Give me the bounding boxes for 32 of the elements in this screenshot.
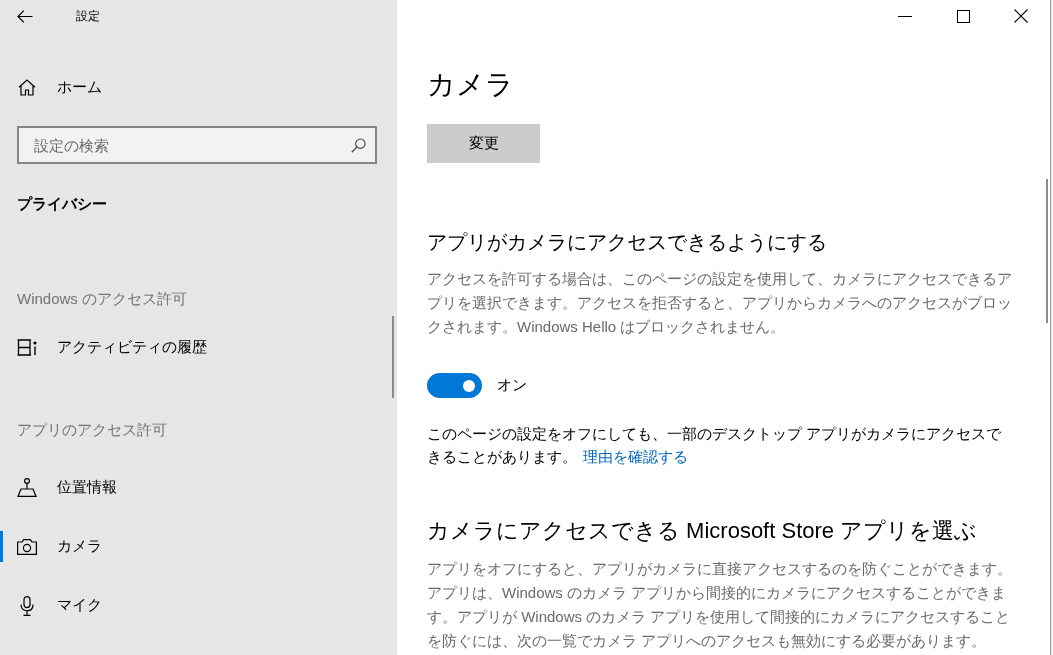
group-heading: Windows のアクセス許可 [17,289,189,309]
section-title: プライバシー [17,194,108,214]
microphone-icon [20,595,34,616]
scrollbar-thumb[interactable] [392,316,394,398]
description-text: アクセスを許可する場合は、このページの設定を使用して、カメラにアクセスできるアプリを選択できます。アクセスを拒否すると、アプリからカメラへのアクセスがブロックされます。Windows Hello はブロックされません。 [427,269,1012,337]
activity-icon [17,339,37,356]
search-icon [351,138,366,153]
section-heading: カメラにアクセスできる Microsoft Store アプリを選ぶ [427,517,979,545]
camera-icon [17,538,37,555]
minimize-icon [898,15,912,17]
change-button[interactable]: 変更 [427,124,540,163]
search-field[interactable]: 設定の検索 [17,126,377,164]
nav-item[interactable]: 位置情報 [0,458,397,517]
toggle-switch[interactable] [427,373,482,398]
group-heading: アプリのアクセス許可 [17,420,168,440]
home-icon [18,79,36,96]
scrollbar-thumb[interactable] [1046,179,1048,323]
back-arrow-icon [17,9,33,23]
window-title: 設定 [76,7,100,25]
location-icon [17,478,37,497]
nav-item[interactable]: ホーム [0,58,397,117]
maximize-icon [956,9,970,23]
nav-item[interactable]: カメラ [0,517,397,576]
page-title: カメラ [427,68,515,102]
section-heading: アプリがカメラにアクセスできるようにする [427,230,828,255]
learn-more-link[interactable]: 理由を確認する [583,448,688,465]
note-text: このページの設定をオフにしても、一部のデスクトップ アプリがカメラにアクセスできることがあります。 理由を確認する [427,424,1003,467]
nav-item[interactable]: アクティビティの履歴 [0,318,397,377]
description-text: アプリをオフにすると、アプリがカメラに直接アクセスするのを防ぐことができます。アプリは、Windows のカメラ アプリから間接的にカメラにアクセスすることができます。アプリが Windows のカメラ アプリを使用して間接的にカメラにアクセスすることを防ぐには、次の一覧でカメラ アプリへのアクセスも無効にする必要があります。 [427,559,1012,651]
toggle-label: オン [497,376,527,395]
nav-item[interactable]: マイク [0,576,397,635]
close-icon [1014,9,1028,23]
